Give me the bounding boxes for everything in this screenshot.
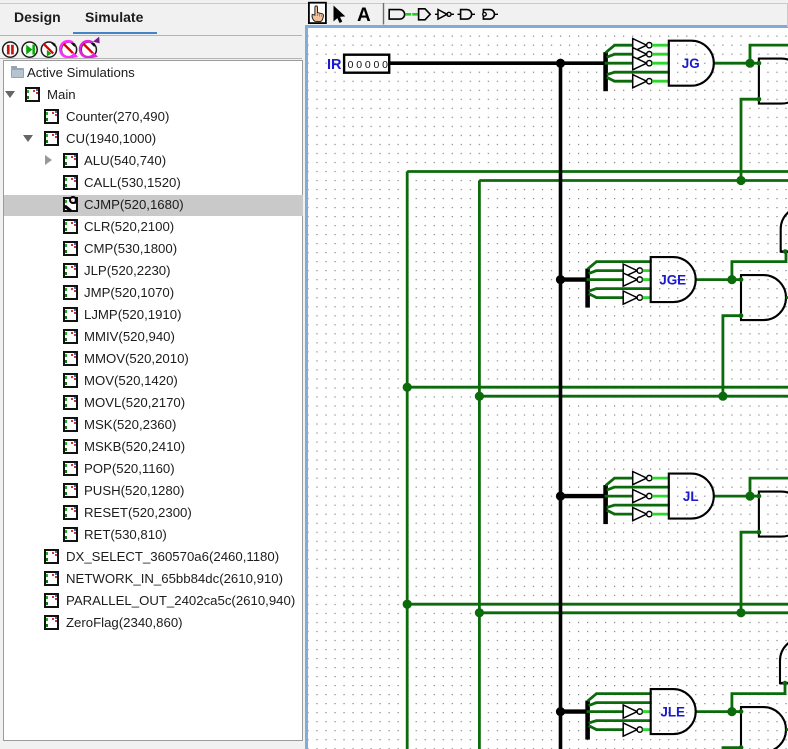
svg-text:IR: IR (327, 57, 342, 73)
svg-text:JLE: JLE (660, 704, 685, 719)
svg-text:0: 0 (348, 60, 354, 71)
svg-text:0: 0 (365, 60, 371, 71)
svg-text:A: A (357, 5, 371, 26)
svg-text:JL: JL (683, 489, 699, 504)
svg-text:0: 0 (373, 60, 379, 71)
svg-text:0: 0 (356, 60, 362, 71)
svg-text:JGE: JGE (659, 272, 686, 287)
svg-text:JG: JG (682, 56, 700, 71)
svg-text:0: 0 (382, 60, 388, 71)
